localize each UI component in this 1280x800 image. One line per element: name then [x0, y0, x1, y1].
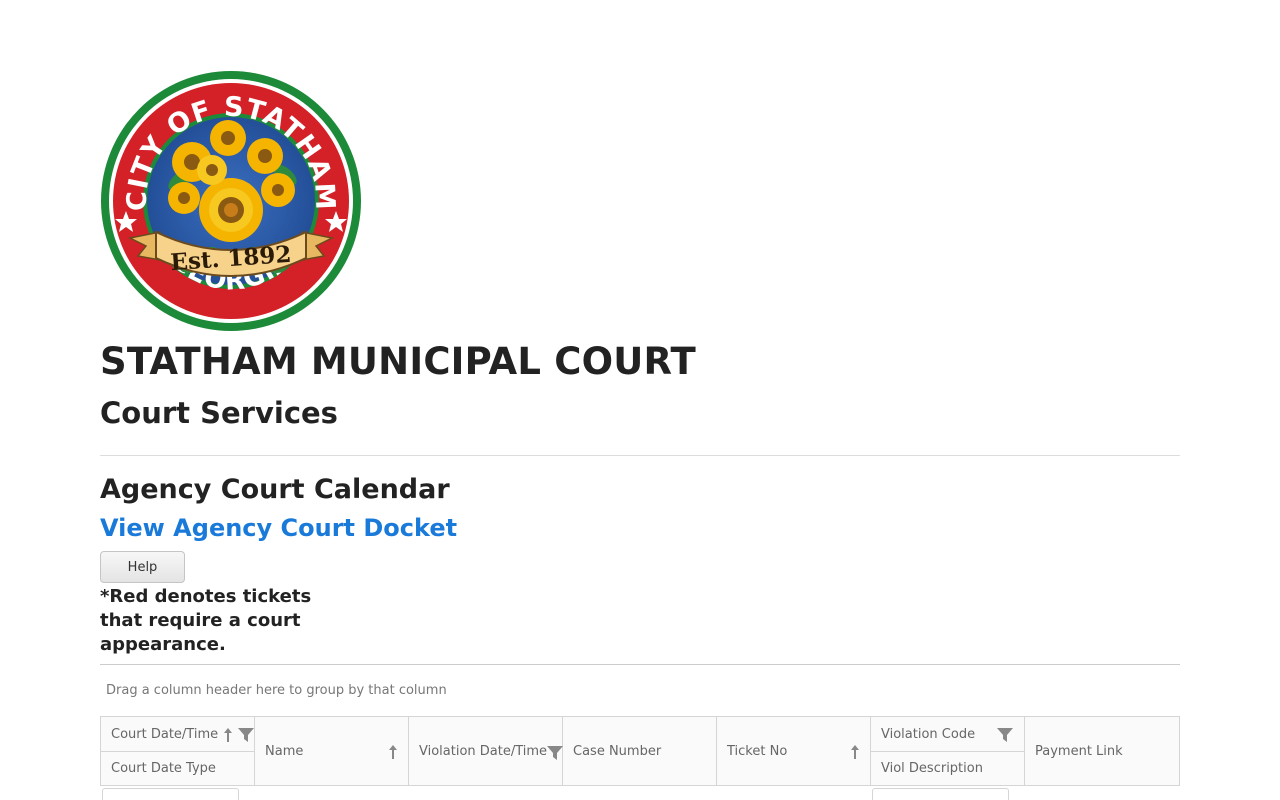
divider: [100, 455, 1180, 456]
col-court-date-time[interactable]: Court Date/Time Court Date Type: [101, 717, 255, 785]
court-date-filter-input[interactable]: [102, 788, 239, 800]
page-title: STATHAM MUNICIPAL COURT: [100, 340, 696, 383]
red-tickets-note: *Red denotes tickets that require a cour…: [100, 586, 312, 655]
header-name[interactable]: Name: [265, 744, 303, 759]
header-ticket-no[interactable]: Ticket No: [727, 744, 787, 759]
col-violation-code[interactable]: Violation Code Viol Description: [871, 717, 1025, 785]
group-by-drop-area[interactable]: Drag a column header here to group by th…: [106, 683, 447, 698]
col-name[interactable]: Name: [255, 717, 409, 785]
divider: [100, 664, 1180, 665]
filter-icon[interactable]: [547, 746, 563, 760]
header-subdivider: [101, 751, 254, 752]
header-court-date-time[interactable]: Court Date/Time: [111, 727, 218, 742]
header-viol-description[interactable]: Viol Description: [881, 761, 983, 776]
filter-icon[interactable]: [997, 728, 1013, 742]
sort-ascending-icon[interactable]: [849, 744, 861, 760]
header-case-number[interactable]: Case Number: [573, 744, 661, 759]
header-payment-link[interactable]: Payment Link: [1035, 744, 1123, 759]
filter-icon[interactable]: [238, 728, 254, 742]
violation-code-filter-input[interactable]: [872, 788, 1009, 800]
col-violation-date-time[interactable]: Violation Date/Time: [409, 717, 563, 785]
help-button[interactable]: Help: [100, 551, 185, 583]
sort-ascending-icon[interactable]: [387, 744, 399, 760]
city-seal-logo: CITY OF STATHAM GEORGIA: [101, 71, 361, 331]
view-docket-link[interactable]: View Agency Court Docket: [100, 514, 457, 542]
sunflower-icon: [199, 178, 263, 242]
header-court-date-type[interactable]: Court Date Type: [111, 761, 216, 776]
sort-ascending-icon[interactable]: [222, 727, 234, 743]
header-subdivider: [871, 751, 1024, 752]
page-subtitle: Court Services: [100, 396, 338, 430]
grid-header: Court Date/Time Court Date Type Name Vio…: [100, 716, 1180, 786]
col-case-number[interactable]: Case Number: [563, 717, 717, 785]
col-payment-link[interactable]: Payment Link: [1025, 717, 1179, 785]
col-ticket-no[interactable]: Ticket No: [717, 717, 871, 785]
header-violation-code[interactable]: Violation Code: [881, 727, 975, 742]
header-violation-date-time[interactable]: Violation Date/Time: [419, 744, 547, 759]
section-title: Agency Court Calendar: [100, 474, 450, 505]
